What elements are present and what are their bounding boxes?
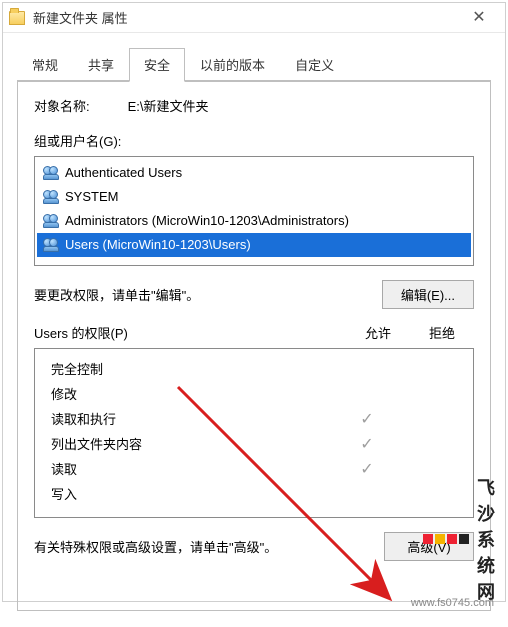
tab-security[interactable]: 安全 [129, 48, 185, 82]
users-icon [43, 190, 59, 204]
security-panel: 对象名称: E:\新建文件夹 组或用户名(G): Authenticated U… [17, 81, 491, 611]
perm-row-list-contents: 列出文件夹内容 [45, 432, 463, 457]
group-item-label: Administrators (MicroWin10-1203\Administ… [65, 211, 349, 231]
folder-icon [9, 11, 25, 25]
titlebar: 新建文件夹 属性 ✕ [3, 3, 505, 33]
users-icon [43, 214, 59, 228]
group-item-authenticated-users[interactable]: Authenticated Users [37, 161, 471, 185]
perm-row-modify: 修改 [45, 382, 463, 407]
edit-button[interactable]: 编辑(E)... [382, 280, 474, 309]
perm-row-full-control: 完全控制 [45, 357, 463, 382]
edit-hint: 要更改权限，请单击"编辑"。 [34, 285, 199, 304]
edit-row: 要更改权限，请单击"编辑"。 编辑(E)... [34, 280, 474, 309]
perm-allow-check-icon [335, 457, 399, 482]
perm-allow-check-icon [335, 407, 399, 432]
group-item-label: SYSTEM [65, 187, 118, 207]
group-item-users[interactable]: Users (MicroWin10-1203\Users) [37, 233, 471, 257]
permissions-col-deny: 拒绝 [410, 323, 474, 342]
perm-name: 读取 [45, 457, 335, 482]
permissions-list: 完全控制 修改 读取和执行 列出文件夹内容 读取 [34, 348, 474, 518]
perm-row-write: 写入 [45, 482, 463, 507]
advanced-hint: 有关特殊权限或高级设置，请单击"高级"。 [34, 537, 277, 556]
tab-general[interactable]: 常规 [17, 48, 73, 82]
users-icon [43, 166, 59, 180]
permissions-header-name: Users 的权限(P) [34, 323, 346, 342]
tab-share[interactable]: 共享 [73, 48, 129, 82]
perm-name: 修改 [45, 382, 335, 407]
permissions-header: Users 的权限(P) 允许 拒绝 [34, 323, 474, 342]
object-name-value: E:\新建文件夹 [128, 99, 209, 114]
perm-name: 读取和执行 [45, 407, 335, 432]
permissions-col-allow: 允许 [346, 323, 410, 342]
tab-strip: 常规 共享 安全 以前的版本 自定义 [17, 47, 491, 81]
tab-customize[interactable]: 自定义 [280, 48, 349, 82]
advanced-row: 有关特殊权限或高级设置，请单击"高级"。 高级(V) [34, 532, 474, 561]
tab-previous-versions[interactable]: 以前的版本 [185, 48, 280, 82]
perm-row-read-execute: 读取和执行 [45, 407, 463, 432]
perm-name: 列出文件夹内容 [45, 432, 335, 457]
perm-allow-check-icon [335, 432, 399, 457]
group-item-label: Users (MicroWin10-1203\Users) [65, 235, 251, 255]
window-title: 新建文件夹 属性 [33, 8, 459, 27]
perm-row-read: 读取 [45, 457, 463, 482]
perm-name: 完全控制 [45, 357, 335, 382]
group-item-system[interactable]: SYSTEM [37, 185, 471, 209]
perm-name: 写入 [45, 482, 335, 507]
close-button[interactable]: ✕ [459, 10, 499, 26]
groups-label: 组或用户名(G): [34, 131, 474, 150]
object-name-row: 对象名称: E:\新建文件夹 [34, 96, 474, 115]
watermark-brand: 飞沙系统网 [477, 474, 496, 604]
object-name-label: 对象名称: [34, 96, 124, 115]
group-users-list[interactable]: Authenticated Users SYSTEM Administrator… [34, 156, 474, 266]
watermark-logo-icon [423, 534, 469, 544]
group-item-label: Authenticated Users [65, 163, 182, 183]
group-item-administrators[interactable]: Administrators (MicroWin10-1203\Administ… [37, 209, 471, 233]
users-icon [43, 238, 59, 252]
